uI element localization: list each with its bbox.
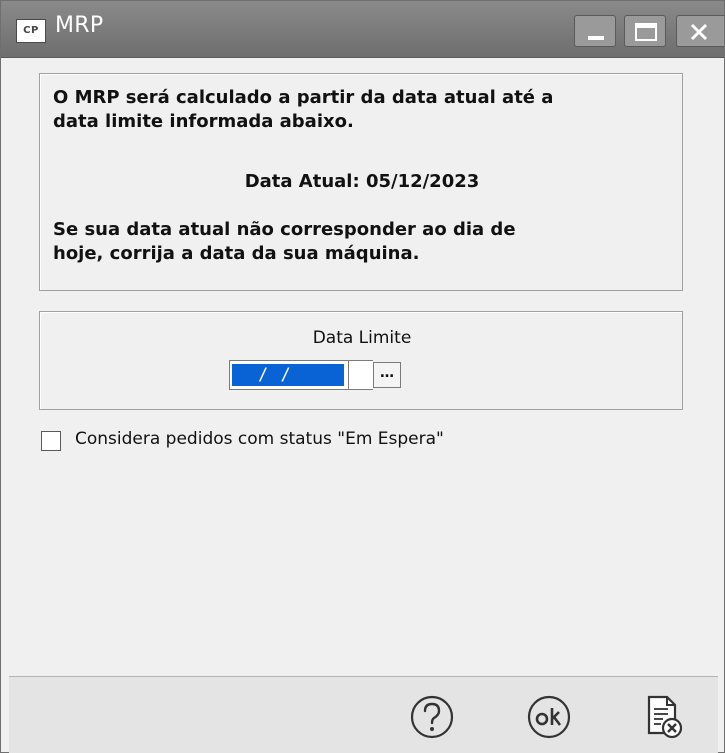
date-mask: / / [258,365,292,385]
info-panel: O MRP será calculado a partir da data at… [39,73,683,291]
maximize-button[interactable] [624,15,666,47]
mrp-window: CP MRP O MRP será calculado a partir da … [0,0,725,753]
maximize-icon [635,23,657,41]
title-bar[interactable]: CP MRP [1,1,724,58]
info-text-line: data limite informada abaixo. [53,111,354,132]
window-title: MRP [55,13,104,38]
date-limit-panel: Data Limite / / … [39,311,683,410]
info-text-line: hoje, corrija a data da sua máquina. [53,243,420,264]
help-button[interactable] [408,693,456,741]
help-circle-icon [410,695,454,739]
current-date: Data Atual: 05/12/2023 [244,171,480,192]
date-limit-input[interactable]: / / [229,360,349,390]
waiting-orders-label[interactable]: Considera pedidos com status "Em Espera" [75,429,444,449]
info-text-line: O MRP será calculado a partir da data at… [53,87,554,108]
ok-button[interactable] [525,693,573,741]
app-icon: CP [16,19,46,43]
footer-bar [9,676,718,753]
date-picker-button[interactable]: … [373,362,401,388]
info-text-line: Se sua data atual não corresponder ao di… [53,219,516,240]
close-icon [690,23,708,41]
close-button[interactable] [676,15,724,47]
document-cancel-icon [647,695,683,739]
waiting-orders-checkbox[interactable] [41,431,61,451]
minimize-button[interactable] [574,15,616,47]
ok-circle-icon [527,695,571,739]
date-limit-label: Data Limite [312,328,412,348]
cancel-button[interactable] [639,693,687,741]
minimize-icon [588,36,604,40]
date-input-gap [349,360,373,390]
